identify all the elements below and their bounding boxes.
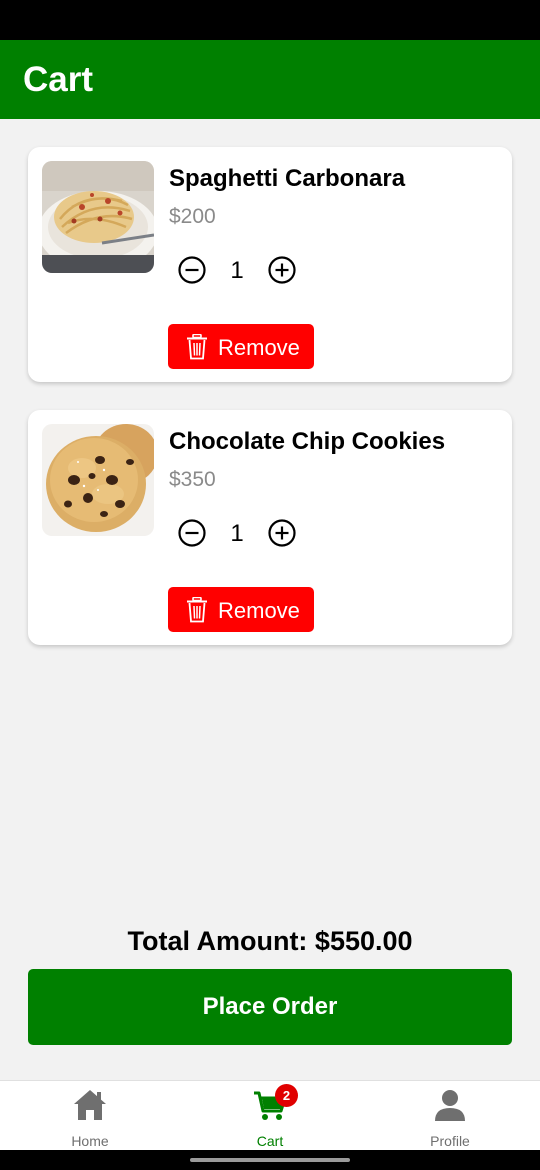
cart-item-card: Spaghetti Carbonara $200 1 Remove [28, 147, 512, 382]
nav-item-profile[interactable]: Profile [360, 1081, 540, 1151]
cart-count-badge: 2 [275, 1084, 298, 1107]
profile-icon [435, 1090, 465, 1121]
minus-circle-icon [178, 519, 206, 547]
nav-label-cart: Cart [256, 1133, 284, 1149]
plus-circle-icon [268, 256, 296, 284]
remove-label: Remove [218, 598, 300, 623]
remove-button[interactable]: Remove [168, 587, 314, 632]
minus-circle-icon [178, 256, 206, 284]
nav-label-home: Home [71, 1133, 109, 1149]
increase-quantity-button[interactable] [267, 255, 297, 285]
app-header: Cart [0, 40, 540, 119]
nav-item-home[interactable]: Home [0, 1081, 180, 1151]
quantity-value: 1 [230, 257, 244, 284]
item-price: $200 [169, 205, 216, 228]
page-title: Cart [23, 60, 94, 99]
status-bar [0, 0, 540, 40]
nav-item-cart[interactable]: 2 Cart [180, 1081, 360, 1151]
item-price: $350 [169, 468, 216, 491]
quantity-value: 1 [230, 520, 244, 547]
home-indicator[interactable] [190, 1158, 350, 1162]
remove-button[interactable]: Remove [168, 324, 314, 369]
decrease-quantity-button[interactable] [177, 255, 207, 285]
system-navigation-bar [0, 1150, 540, 1170]
plus-circle-icon [268, 519, 296, 547]
cart-item-card: Chocolate Chip Cookies $350 1 Remove [28, 410, 512, 645]
place-order-button[interactable]: Place Order [28, 969, 512, 1045]
trash-icon [187, 334, 207, 360]
bottom-nav: Home 2 Cart Profile [0, 1080, 540, 1150]
remove-label: Remove [218, 335, 300, 360]
decrease-quantity-button[interactable] [177, 518, 207, 548]
nav-label-profile: Profile [430, 1133, 470, 1149]
total-amount: Total Amount: $550.00 [127, 926, 413, 956]
item-name: Chocolate Chip Cookies [169, 428, 446, 455]
increase-quantity-button[interactable] [267, 518, 297, 548]
home-icon [74, 1090, 106, 1120]
spaghetti-carbonara-image [42, 161, 154, 273]
chocolate-chip-cookie-image [42, 424, 154, 536]
trash-icon [187, 597, 207, 623]
item-name: Spaghetti Carbonara [169, 165, 406, 192]
